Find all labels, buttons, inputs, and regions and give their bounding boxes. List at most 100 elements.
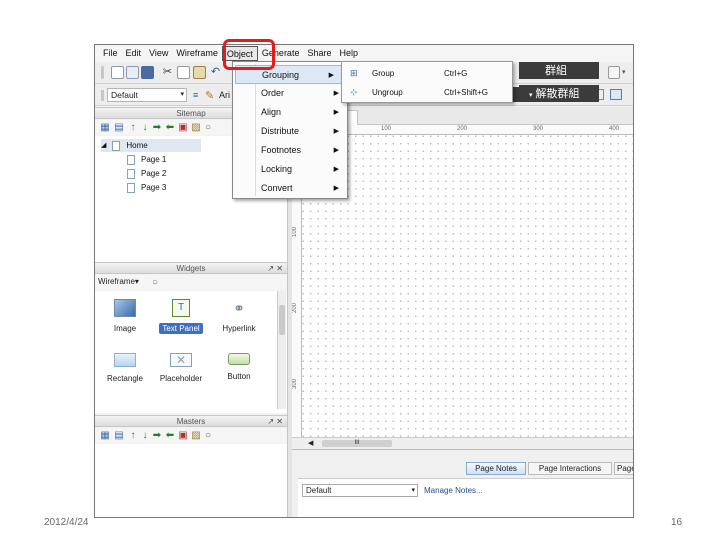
menu-label: Footnotes <box>261 145 302 155</box>
chevron-down-icon[interactable]: ▾ <box>622 66 633 79</box>
masters-title: Masters <box>176 417 206 426</box>
widgets-header: Widgets ↗ ✕ <box>95 262 287 274</box>
scrollbar-thumb[interactable] <box>279 305 285 335</box>
widgets-grid: Image T Text Panel ⚭ Hyperlink Rectangle… <box>95 291 287 413</box>
add-icon[interactable] <box>126 66 139 79</box>
notes-editor[interactable]: Default ▾ Manage Notes... <box>298 478 633 517</box>
panel-controls[interactable]: ↗ ✕ <box>267 416 283 427</box>
style-select[interactable]: Default ▾ <box>107 88 187 102</box>
app-window: File Edit View Wireframe Object Generate… <box>94 44 634 518</box>
tree-item-page1[interactable]: Page 1 <box>127 153 166 166</box>
submenu-item-ungroup[interactable]: ⊹ Ungroup Ctrl+Shift+G <box>342 83 512 102</box>
indent-icon[interactable]: ➡ <box>152 123 162 133</box>
canvas-hscrollbar[interactable]: ◀ III <box>292 437 633 449</box>
undo-icon[interactable]: ↶ <box>209 66 222 79</box>
tree-item-home[interactable]: ◢ Home <box>101 139 201 152</box>
manage-notes-link[interactable]: Manage Notes... <box>424 486 483 495</box>
tree-label: Page 1 <box>141 155 167 164</box>
menu-item-convert[interactable]: Convert ▶ <box>233 179 347 198</box>
format-painter-icon[interactable]: ✎ <box>205 89 214 102</box>
toolbar-grip <box>101 90 104 101</box>
search-icon[interactable]: ○ <box>150 278 160 288</box>
widget-image[interactable]: Image <box>95 299 155 334</box>
grouping-submenu: ⊞ Group Ctrl+G ⊹ Ungroup Ctrl+Shift+G <box>341 61 513 103</box>
copy-icon[interactable] <box>177 66 190 79</box>
move-down-icon[interactable]: ↓ <box>140 431 150 441</box>
tree-item-page3[interactable]: Page 3 <box>127 181 166 194</box>
shortcut-label: Ctrl+G <box>444 69 468 78</box>
menu-item-locking[interactable]: Locking ▶ <box>233 160 347 179</box>
scrollbar-thumb[interactable]: III <box>322 440 392 447</box>
menu-label: Locking <box>261 164 293 174</box>
move-up-icon[interactable]: ↑ <box>128 431 138 441</box>
widget-library-select[interactable]: Wireframe▾ <box>98 277 139 286</box>
chevron-down-icon: ▾ <box>411 487 415 494</box>
delete-master-icon[interactable]: ▣ <box>178 431 188 441</box>
scrollbar-grip: III <box>354 440 360 446</box>
widgets-scrollbar[interactable] <box>277 291 286 409</box>
move-down-icon[interactable]: ↓ <box>140 123 150 133</box>
menu-label: Align <box>261 107 282 117</box>
ungroup-annotation: ▾ 解散群組 <box>519 85 599 102</box>
button-icon <box>228 353 250 365</box>
add-master-icon[interactable]: ▦ <box>100 431 110 441</box>
rename-icon[interactable]: ▨ <box>191 123 201 133</box>
add-page-icon[interactable]: ▦ <box>100 123 110 133</box>
delete-page-icon[interactable]: ▣ <box>178 123 188 133</box>
widget-button[interactable]: Button <box>209 353 269 382</box>
panel-controls[interactable]: ↗ ✕ <box>267 263 283 274</box>
tab-page-more[interactable]: Page <box>614 462 633 475</box>
menu-wireframe[interactable]: Wireframe <box>172 46 222 61</box>
tree-item-page2[interactable]: Page 2 <box>127 167 166 180</box>
menu-item-align[interactable]: Align ▶ <box>233 103 347 122</box>
menu-file[interactable]: File <box>99 46 122 61</box>
grid-icon[interactable] <box>608 66 620 79</box>
add-child-page-icon[interactable]: ▤ <box>114 123 124 133</box>
submenu-item-group[interactable]: ⊞ Group Ctrl+G <box>342 64 512 83</box>
scroll-left-icon[interactable]: ◀ <box>308 439 313 447</box>
rename-icon[interactable]: ▨ <box>191 431 201 441</box>
menu-share[interactable]: Share <box>303 46 335 61</box>
toolbar-grip <box>101 66 104 79</box>
search-icon[interactable]: ○ <box>203 431 213 441</box>
sitemap-title: Sitemap <box>176 109 206 118</box>
menu-item-order[interactable]: Order ▶ <box>233 84 347 103</box>
menu-edit[interactable]: Edit <box>122 46 146 61</box>
slide-date: 2012/4/24 <box>44 517 89 528</box>
move-up-icon[interactable]: ↑ <box>128 123 138 133</box>
widget-label: Rectangle <box>106 374 144 383</box>
align-left-icon[interactable]: ≡ <box>193 90 198 100</box>
save-icon[interactable] <box>141 66 154 79</box>
new-page-icon[interactable] <box>111 66 124 79</box>
masters-list <box>95 444 287 517</box>
submenu-arrow-icon: ▶ <box>333 166 339 173</box>
chevron-down-icon: ▾ <box>529 91 533 99</box>
add-folder-icon[interactable]: ▤ <box>114 431 124 441</box>
outdent-icon[interactable]: ⬅ <box>165 123 175 133</box>
menubar: File Edit View Wireframe Object Generate… <box>95 45 633 62</box>
masters-header: Masters ↗ ✕ <box>95 415 287 427</box>
tab-label: Page Notes <box>475 464 517 473</box>
widget-label: Hyperlink <box>222 324 256 333</box>
menu-item-footnotes[interactable]: Footnotes ▶ <box>233 141 347 160</box>
widget-placeholder[interactable]: ✕ Placeholder <box>151 353 211 384</box>
widget-rectangle[interactable]: Rectangle <box>95 353 155 384</box>
collapse-icon[interactable]: ◢ <box>101 139 106 152</box>
widget-label: Button <box>227 372 251 381</box>
cut-icon[interactable]: ✂ <box>161 66 174 79</box>
menu-item-distribute[interactable]: Distribute ▶ <box>233 122 347 141</box>
widget-hyperlink[interactable]: ⚭ Hyperlink <box>209 299 269 334</box>
menu-view[interactable]: View <box>145 46 172 61</box>
tab-page-notes[interactable]: Page Notes <box>466 462 526 475</box>
tab-page-interactions[interactable]: Page Interactions <box>528 462 612 475</box>
notes-select[interactable]: Default ▾ <box>302 484 418 497</box>
outdent-icon[interactable]: ⬅ <box>165 431 175 441</box>
paste-icon[interactable] <box>193 66 206 79</box>
font-family-field[interactable]: Ari <box>219 90 230 100</box>
menu-help[interactable]: Help <box>335 46 362 61</box>
indent-icon[interactable]: ➡ <box>152 431 162 441</box>
search-icon[interactable]: ○ <box>203 123 213 133</box>
export-icon[interactable] <box>610 89 622 100</box>
widget-text-panel[interactable]: T Text Panel <box>151 299 211 334</box>
page-icon <box>127 168 135 179</box>
